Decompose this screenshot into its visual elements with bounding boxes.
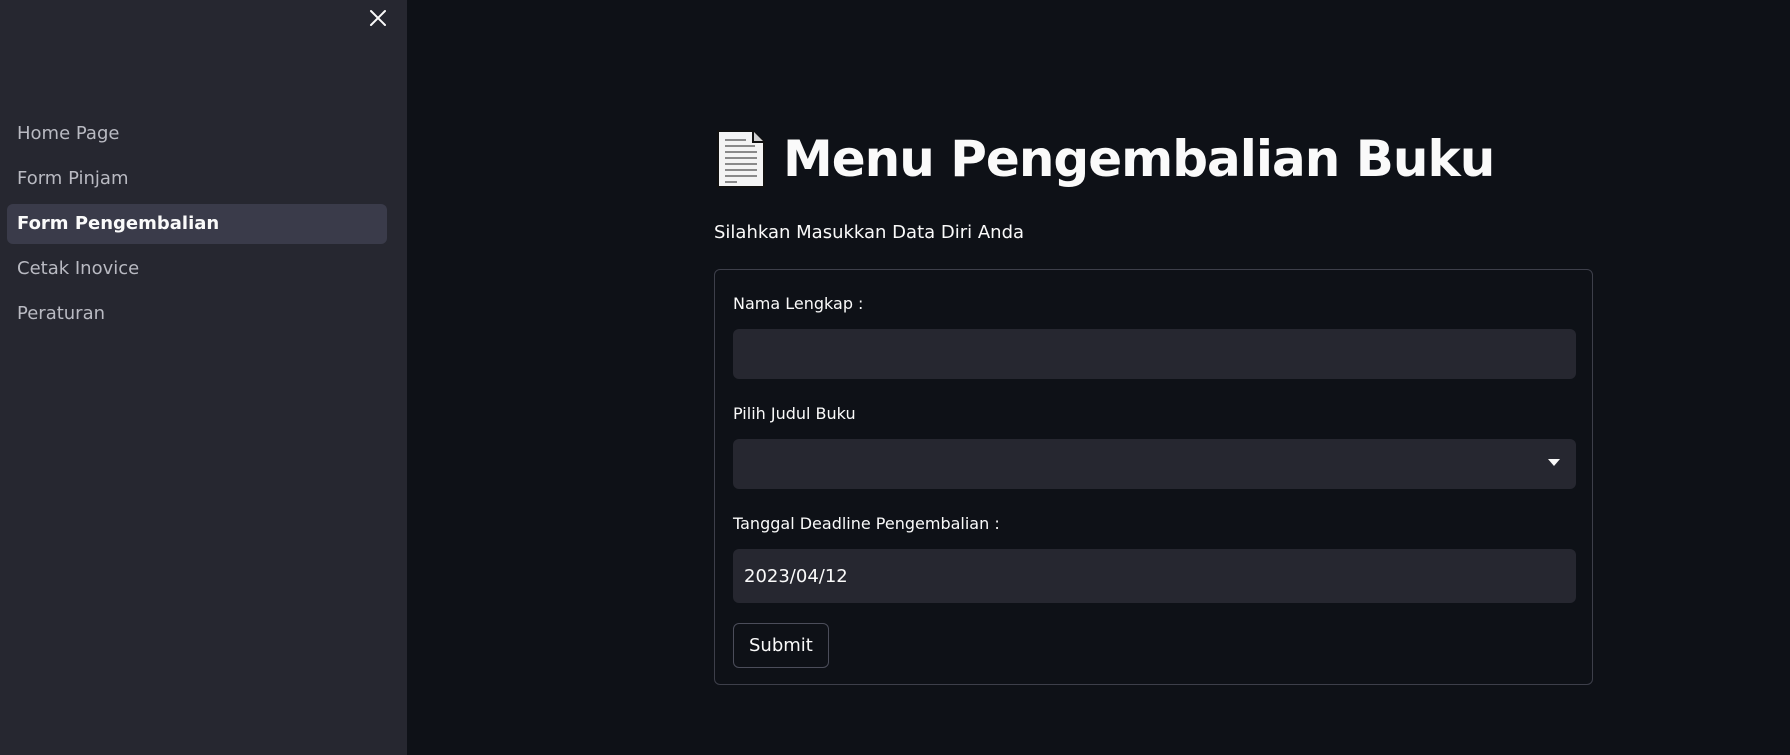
close-sidebar-button[interactable]	[366, 6, 390, 30]
chevron-down-icon	[1548, 459, 1560, 466]
sidebar-item-form-pinjam[interactable]: Form Pinjam	[7, 159, 387, 199]
sidebar-item-peraturan[interactable]: Peraturan	[7, 294, 387, 334]
deadline-label: Tanggal Deadline Pengembalian :	[733, 514, 1000, 533]
page-facing-up-icon	[717, 130, 765, 188]
book-title-select[interactable]	[733, 439, 1576, 489]
close-icon	[370, 10, 386, 26]
sidebar: Home Page Form Pinjam Form Pengembalian …	[0, 0, 407, 755]
sidebar-item-form-pengembalian[interactable]: Form Pengembalian	[7, 204, 387, 244]
book-title-label: Pilih Judul Buku	[733, 404, 856, 423]
return-form: Nama Lengkap : Pilih Judul Buku Tanggal …	[714, 269, 1593, 685]
deadline-date-input[interactable]	[733, 549, 1576, 603]
app-root: Home Page Form Pinjam Form Pengembalian …	[0, 0, 1790, 755]
page-header: Menu Pengembalian Buku	[715, 128, 1495, 190]
main-content: Menu Pengembalian Buku Silahkan Masukkan…	[407, 0, 1790, 755]
page-subtitle: Silahkan Masukkan Data Diri Anda	[714, 222, 1025, 243]
sidebar-item-home-page[interactable]: Home Page	[7, 114, 387, 154]
sidebar-item-cetak-inovice[interactable]: Cetak Inovice	[7, 249, 387, 289]
name-label: Nama Lengkap :	[733, 294, 864, 313]
sidebar-nav: Home Page Form Pinjam Form Pengembalian …	[7, 114, 387, 339]
page-title: Menu Pengembalian Buku	[783, 130, 1495, 188]
name-input[interactable]	[733, 329, 1576, 379]
submit-button[interactable]: Submit	[733, 623, 829, 668]
